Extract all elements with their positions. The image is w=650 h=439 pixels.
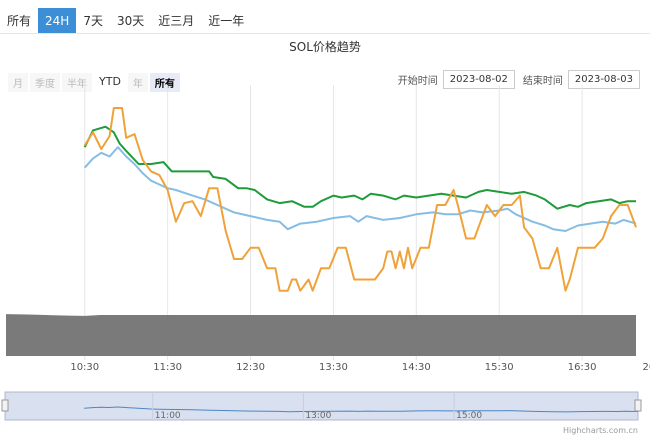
x-tick-label: 12:30 xyxy=(236,362,265,373)
volume-area xyxy=(6,314,636,356)
x-tick-label: 11:30 xyxy=(153,362,182,373)
x-tick-label: 10:30 xyxy=(70,362,99,373)
credit-text: Highcharts.com.cn xyxy=(563,426,638,435)
navigator-right-handle[interactable] xyxy=(634,399,642,412)
navigator-tick-label: 15:00 xyxy=(456,411,482,421)
navigator-tick-label: 13:00 xyxy=(305,411,331,421)
x-tick-label: 15:30 xyxy=(485,362,514,373)
x-tick-label: 13:30 xyxy=(319,362,348,373)
x-tick-label: 16:30 xyxy=(568,362,597,373)
price-chart: 10:30 11:30 12:30 13:30 14:30 15:30 16:30 2023-… xyxy=(1,85,650,435)
navigator-left-handle[interactable] xyxy=(1,399,9,412)
x-tick-label: 14:30 xyxy=(402,362,431,373)
navigator-tick-label: 11:00 xyxy=(155,411,181,421)
x-tick-label: 2023-0... xyxy=(643,362,650,373)
